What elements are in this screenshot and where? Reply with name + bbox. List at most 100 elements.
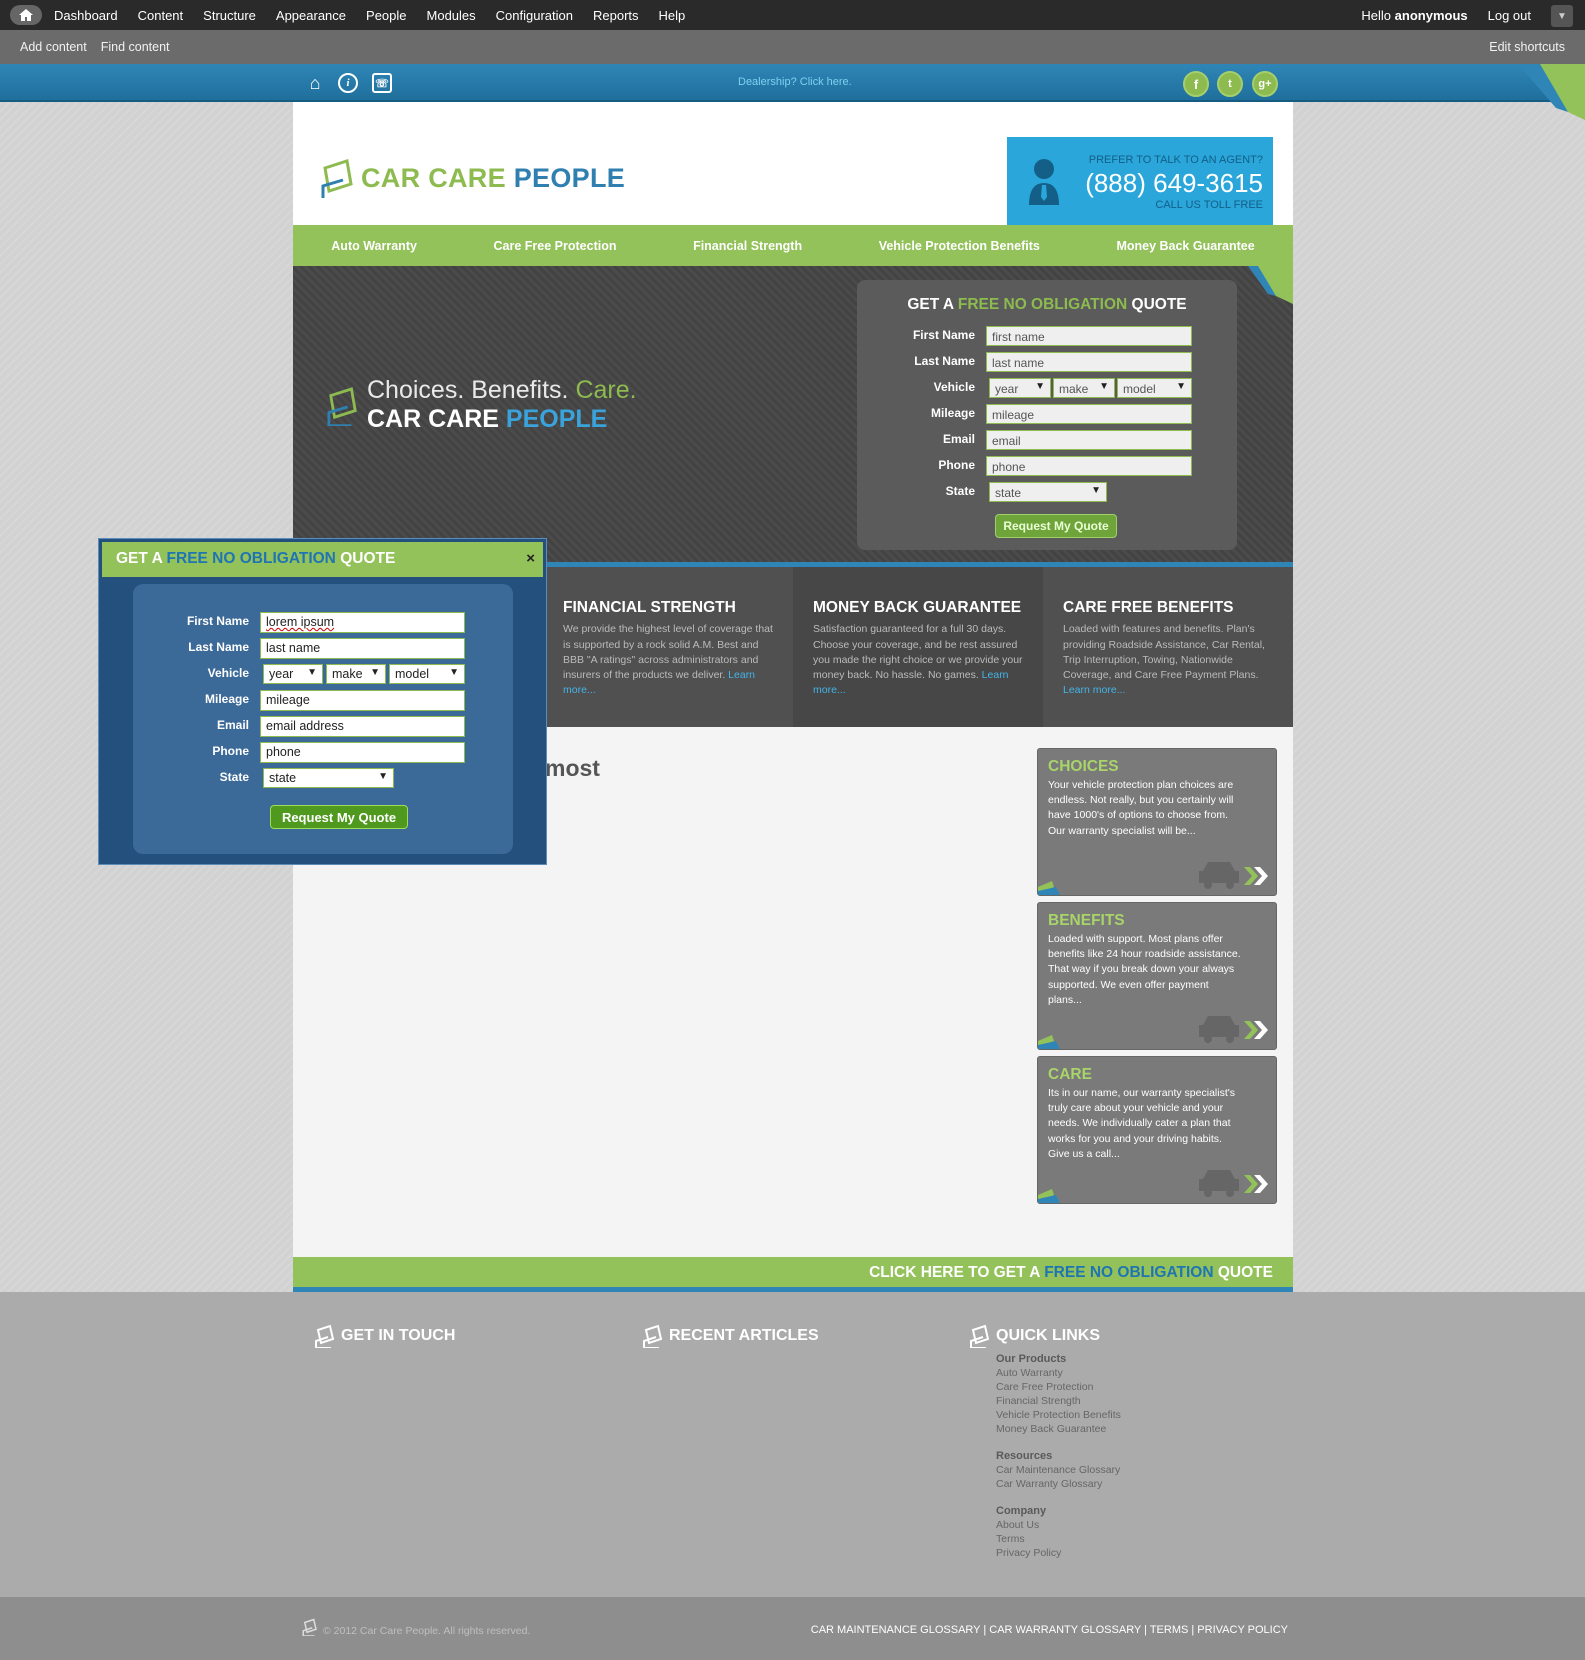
footer-recent-articles: RECENT ARTICLES [643, 1324, 819, 1348]
first-name-input[interactable]: lorem ipsum [260, 612, 465, 633]
toolbar-help[interactable]: Help [659, 8, 686, 23]
make-select[interactable]: make ▼ [326, 664, 386, 684]
toolbar-dashboard[interactable]: Dashboard [54, 8, 118, 23]
make-select[interactable]: make ▼ [1053, 378, 1115, 398]
mileage-input[interactable]: mileage [986, 404, 1192, 424]
bottom-links[interactable]: CAR MAINTENANCE GLOSSARY | CAR WARRANTY … [811, 1624, 1288, 1636]
phone-icon[interactable]: ☏ [372, 73, 392, 93]
find-content-link[interactable]: Find content [101, 40, 170, 54]
learn-more-link[interactable]: Learn more... [1063, 684, 1125, 696]
admin-toolbar: Dashboard Content Structure Appearance P… [0, 0, 1585, 30]
footer-link[interactable]: Terms [996, 1533, 1025, 1545]
nav-auto-warranty[interactable]: Auto Warranty [331, 239, 417, 253]
state-select[interactable]: state ▼ [263, 768, 394, 788]
email-label: Email [216, 718, 249, 732]
dealership-link[interactable]: Dealership? Click here. [738, 76, 852, 88]
phone-input[interactable]: phone [986, 456, 1192, 476]
resources-heading: Resources [996, 1450, 1053, 1462]
footer-link[interactable]: Vehicle Protection Benefits [996, 1409, 1121, 1421]
footer-link[interactable]: Money Back Guarantee [996, 1423, 1106, 1435]
model-select[interactable]: model ▼ [1117, 378, 1192, 398]
phone-input[interactable]: phone [260, 742, 465, 763]
card-choices[interactable]: CHOICES Your vehicle protection plan cho… [1037, 748, 1277, 896]
chevron-right-icon[interactable] [1244, 1021, 1268, 1039]
request-quote-button[interactable]: Request My Quote [995, 514, 1117, 538]
popup-request-quote-button[interactable]: Request My Quote [270, 805, 408, 829]
google-plus-icon[interactable]: g+ [1252, 71, 1278, 97]
agent-phone[interactable]: (888) 649-3615 [1085, 168, 1263, 199]
twitter-icon[interactable]: t [1217, 71, 1243, 97]
footer-link[interactable]: Privacy Policy [996, 1547, 1061, 1559]
company-heading: Company [996, 1505, 1047, 1517]
chevron-right-icon[interactable] [1244, 1175, 1268, 1193]
card-text: Your vehicle protection plan choices are… [1048, 779, 1234, 837]
toolbar-configuration[interactable]: Configuration [496, 8, 573, 23]
corner-ribbon-icon [1038, 1035, 1060, 1049]
card-title: CHOICES [1048, 758, 1119, 775]
footer-link[interactable]: Financial Strength [996, 1395, 1081, 1407]
logout-link[interactable]: Log out [1488, 8, 1531, 23]
info-icon[interactable]: i [338, 73, 358, 93]
nav-care-free-protection[interactable]: Care Free Protection [494, 239, 617, 253]
home-icon[interactable] [10, 5, 42, 25]
quote-title: GET A FREE NO OBLIGATION QUOTE [857, 296, 1237, 314]
username[interactable]: anonymous [1395, 8, 1468, 23]
agent-question: PREFER TO TALK TO AN AGENT? [1088, 154, 1263, 166]
popup-title-c: QUOTE [340, 550, 396, 567]
copyright: © 2012 Car Care People. All rights reser… [323, 1625, 531, 1637]
toolbar-appearance[interactable]: Appearance [276, 8, 346, 23]
card-care[interactable]: CARE Its in our name, our warranty speci… [1037, 1056, 1277, 1204]
year-select[interactable]: year ▼ [989, 378, 1051, 398]
toolbar-structure[interactable]: Structure [203, 8, 256, 23]
logo-mark-icon [643, 1324, 663, 1348]
toolbar-modules[interactable]: Modules [427, 8, 476, 23]
mileage-input[interactable]: mileage [260, 690, 465, 711]
quote-title-b: FREE NO OBLIGATION [957, 296, 1128, 313]
nav-financial-strength[interactable]: Financial Strength [693, 239, 802, 253]
close-icon[interactable]: × [526, 550, 535, 567]
email-input[interactable]: email address [260, 716, 465, 737]
shortcuts-toggle-icon[interactable]: ▼ [1551, 5, 1573, 27]
facebook-icon[interactable]: f [1183, 71, 1209, 97]
footer-link[interactable]: About Us [996, 1519, 1039, 1531]
quote-popup: GET A FREE NO OBLIGATION QUOTE × First N… [98, 538, 547, 865]
edit-shortcuts-link[interactable]: Edit shortcuts [1489, 40, 1565, 54]
footer-link[interactable]: Auto Warranty [996, 1367, 1063, 1379]
footer-link[interactable]: Care Free Protection [996, 1381, 1093, 1393]
first-name-input[interactable]: first name [986, 326, 1192, 346]
footer-link[interactable]: Car Warranty Glossary [996, 1478, 1102, 1490]
chevron-right-icon[interactable] [1244, 867, 1268, 885]
state-select[interactable]: state ▼ [989, 482, 1107, 502]
nav-money-back-guarantee[interactable]: Money Back Guarantee [1116, 239, 1254, 253]
site-logo[interactable]: CAR CARE PEOPLE [321, 158, 625, 198]
home-icon[interactable]: ⌂ [305, 73, 325, 93]
feature-text: Loaded with features and benefits. Plan'… [1063, 623, 1265, 682]
state-label: State [945, 484, 975, 498]
last-name-input[interactable]: last name [986, 352, 1192, 372]
feature-care-free-benefits: CARE FREE BENEFITS Loaded with features … [1043, 567, 1293, 727]
toolbar-reports[interactable]: Reports [593, 8, 639, 23]
model-select[interactable]: model ▼ [389, 664, 465, 684]
cta-quote-banner[interactable]: CLICK HERE TO GET A FREE NO OBLIGATION Q… [293, 1257, 1293, 1292]
footer-get-in-touch: GET IN TOUCH [315, 1324, 455, 1348]
products-heading: Our Products [996, 1353, 1067, 1365]
hero-brand-b: PEOPLE [505, 405, 608, 433]
corner-ribbon-icon [1038, 881, 1060, 895]
agent-callout[interactable]: PREFER TO TALK TO AN AGENT? (888) 649-36… [1007, 137, 1273, 225]
last-name-input[interactable]: last name [260, 638, 465, 659]
card-benefits[interactable]: BENEFITS Loaded with support. Most plans… [1037, 902, 1277, 1050]
footer-quick-links: QUICK LINKS [970, 1324, 1100, 1348]
dropdown-arrow-icon: ▼ [1176, 381, 1186, 392]
toolbar-people[interactable]: People [366, 8, 406, 23]
nav-vehicle-protection-benefits[interactable]: Vehicle Protection Benefits [879, 239, 1040, 253]
toolbar-content[interactable]: Content [138, 8, 184, 23]
quick-links-list: Our Products Auto Warranty Care Free Pro… [996, 1352, 1121, 1560]
footer-link[interactable]: Car Maintenance Glossary [996, 1464, 1120, 1476]
logo-mark-icon [321, 159, 353, 198]
add-content-link[interactable]: Add content [20, 40, 87, 54]
email-input[interactable]: email [986, 430, 1192, 450]
model-value: model [1123, 382, 1156, 396]
hero-brand-a: CAR CARE [367, 405, 499, 433]
year-select[interactable]: year ▼ [263, 664, 323, 684]
mileage-label: Mileage [204, 692, 249, 706]
